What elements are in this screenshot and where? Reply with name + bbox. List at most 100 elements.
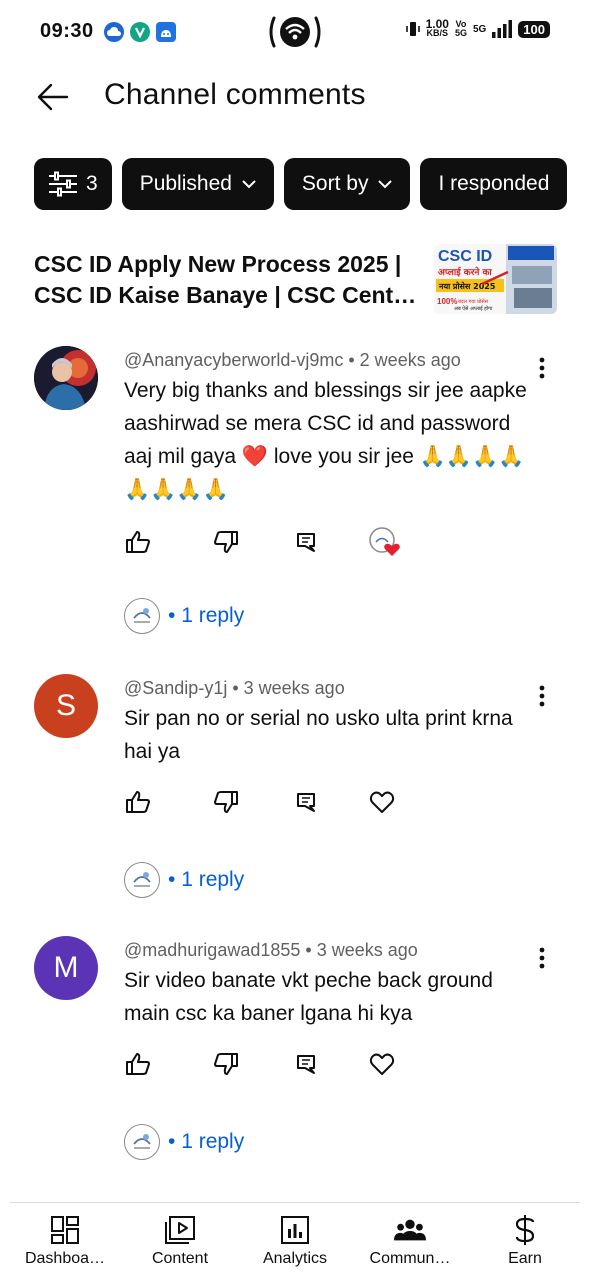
dashboard-icon [49,1214,81,1246]
dislike-button[interactable] [212,788,240,816]
sliders-icon [49,171,77,197]
avatar-letter: M [53,951,79,984]
system-indicators: 1.00 KB/S Vo 5G 5G 100 [405,18,550,38]
chip-i-responded[interactable]: I responded [420,158,568,210]
thumb-text-5: बदल गया प्रोसेस [458,298,489,305]
comment-author[interactable]: @Sandip-y1j [124,678,227,698]
channel-avatar-icon [124,598,160,634]
bottom-nav: Dashboa… Content Analytics Commun… Earn [0,1204,590,1280]
app-header: Channel comments [0,64,590,128]
thumb-text-1: CSC ID [438,248,492,265]
video-title: CSC ID Apply New Process 2025 | CSC ID K… [34,251,417,308]
heart-button[interactable] [368,1050,396,1078]
reply-button[interactable] [292,1050,320,1078]
comment-age: 3 weeks ago [316,940,418,960]
comment-author[interactable]: @Ananyacyberworld-vj9mc [124,350,343,370]
comment-icon [297,533,315,552]
channel-avatar-icon [124,862,160,898]
filter-chips: 3 Published Sort by I responded [34,158,582,210]
avatar[interactable]: M [34,936,98,1000]
heart-button[interactable] [368,788,396,816]
chip-sort-by-label: Sort by [301,172,369,195]
like-button[interactable] [124,528,152,556]
nav-label-community: Commun… [369,1250,451,1267]
back-button[interactable] [30,74,76,120]
comment-icon [297,793,315,812]
dislike-button[interactable] [212,1050,240,1078]
comment-age: 3 weeks ago [243,678,345,698]
vpn-app-icon [130,22,150,42]
community-icon [394,1214,426,1246]
nav-item-content[interactable]: Content [125,1204,235,1280]
nav-label-content: Content [151,1250,209,1267]
thumb-text-6: अब ऐसे अप्लाई होगा [454,305,493,312]
comment-actions [124,527,414,560]
replies-count: • 1 reply [168,1130,245,1153]
vibrate-icon [405,22,420,36]
chevron-down-icon [242,179,256,188]
filter-count: 3 [86,172,98,195]
replies-link[interactable]: • 1 reply [124,1122,244,1162]
thumbs-down-icon [214,1053,238,1075]
battery-indicator: 100 [518,20,550,38]
avatar[interactable] [34,346,98,410]
dollar-icon [509,1214,541,1246]
creator-heart-icon [369,527,400,556]
nav-item-earn[interactable]: Earn [470,1204,580,1280]
comment-actions [124,788,414,820]
network-speed: 1.00 KB/S [426,18,449,38]
chip-i-responded-label: I responded [438,172,550,195]
comment-meta: @madhurigawad1855 • 3 weeks ago [124,940,418,960]
like-button[interactable] [124,788,152,816]
replies-link[interactable]: • 1 reply [124,860,244,900]
nav-item-dashboard[interactable]: Dashboa… [10,1204,120,1280]
replies-count-label: 1 reply [181,604,245,627]
nav-item-community[interactable]: Commun… [355,1204,465,1280]
chevron-down-icon [378,179,393,188]
chip-sort-by[interactable]: Sort by [283,158,411,210]
thumbs-up-icon [126,1053,150,1075]
comment-text: Very big thanks and blessings sir jee aa… [124,379,527,501]
hotspot-indicator-icon [266,14,324,50]
network-type: 5G [472,23,487,35]
page-title: Channel comments [104,78,366,111]
comment-meta: @Ananyacyberworld-vj9mc • 2 weeks ago [124,350,461,370]
volte-icon: Vo 5G [454,19,467,38]
thumb-text-4: 100% [437,297,457,306]
filter-chip[interactable]: 3 [34,158,112,210]
dislike-button[interactable] [212,528,240,556]
status-bar: 09:30 1.00 KB/S Vo 5G 5G 100 [0,0,590,64]
like-button[interactable] [124,1050,152,1078]
comment-author[interactable]: @madhurigawad1855 [124,940,300,960]
content-icon [164,1214,196,1246]
thumbs-up-icon [126,531,150,553]
video-thumbnail[interactable]: CSC ID अप्लाई करने का नया प्रोसेस 2025 1… [434,244,557,314]
creator-heart-button[interactable] [368,527,404,556]
arrow-left-icon [37,83,69,111]
comment-text: Sir pan no or serial no usko ulta print … [124,707,513,763]
comment-text: Sir video banate vkt peche back ground m… [124,969,493,1025]
chip-published[interactable]: Published [121,158,274,210]
reply-button[interactable] [292,788,320,816]
android-app-icon [156,22,176,42]
avatar[interactable]: S [34,674,98,738]
cloud-app-icon [104,22,124,42]
comment-meta: @Sandip-y1j • 3 weeks ago [124,678,345,698]
status-time: 09:30 [40,20,94,42]
avatar-letter: S [55,689,76,722]
thumbs-down-icon [214,531,238,553]
signal-icon [492,20,513,38]
comment-age: 2 weeks ago [359,350,461,370]
replies-count-label: 1 reply [181,868,245,891]
nav-label-dashboard: Dashboa… [24,1250,106,1267]
analytics-icon [279,1214,311,1246]
nav-label-earn: Earn [508,1250,542,1267]
replies-link[interactable]: • 1 reply [124,596,244,636]
nav-label-analytics: Analytics [262,1250,328,1267]
nav-item-analytics[interactable]: Analytics [240,1204,350,1280]
reply-button[interactable] [292,528,320,556]
video-row[interactable]: CSC ID Apply New Process 2025 | CSC ID K… [34,244,558,316]
thumb-text-2: अप्लाई करने का [438,266,492,278]
replies-count-label: 1 reply [181,1130,245,1153]
thumbs-down-icon [214,791,238,813]
